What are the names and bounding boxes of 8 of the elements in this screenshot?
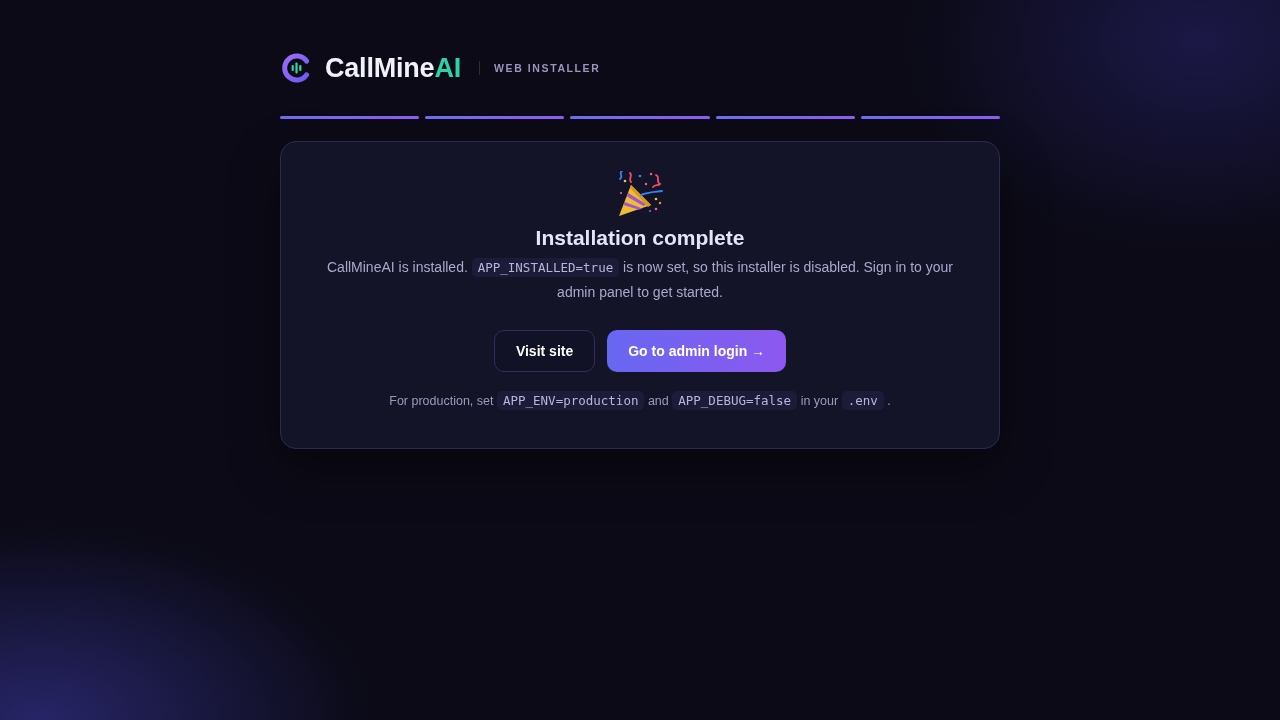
message-text: CallMineAI is installed. APP_INSTALLED=true is now set, so this installer is disabled. Sign in to your admin panel to get started. (326, 257, 954, 302)
production-note: For production, set APP_ENV=production and APP_DEBUG=false in your .env . (389, 391, 891, 411)
card-title: Installation complete (535, 226, 745, 250)
visit-site-button[interactable]: Visit site (493, 330, 596, 372)
subtitle-label: WEB INSTALLER (494, 62, 601, 74)
brand-name: CallMineAI (325, 52, 462, 84)
admin-login-button[interactable]: Go to admin login → (607, 330, 787, 372)
logo-icon (282, 53, 312, 83)
